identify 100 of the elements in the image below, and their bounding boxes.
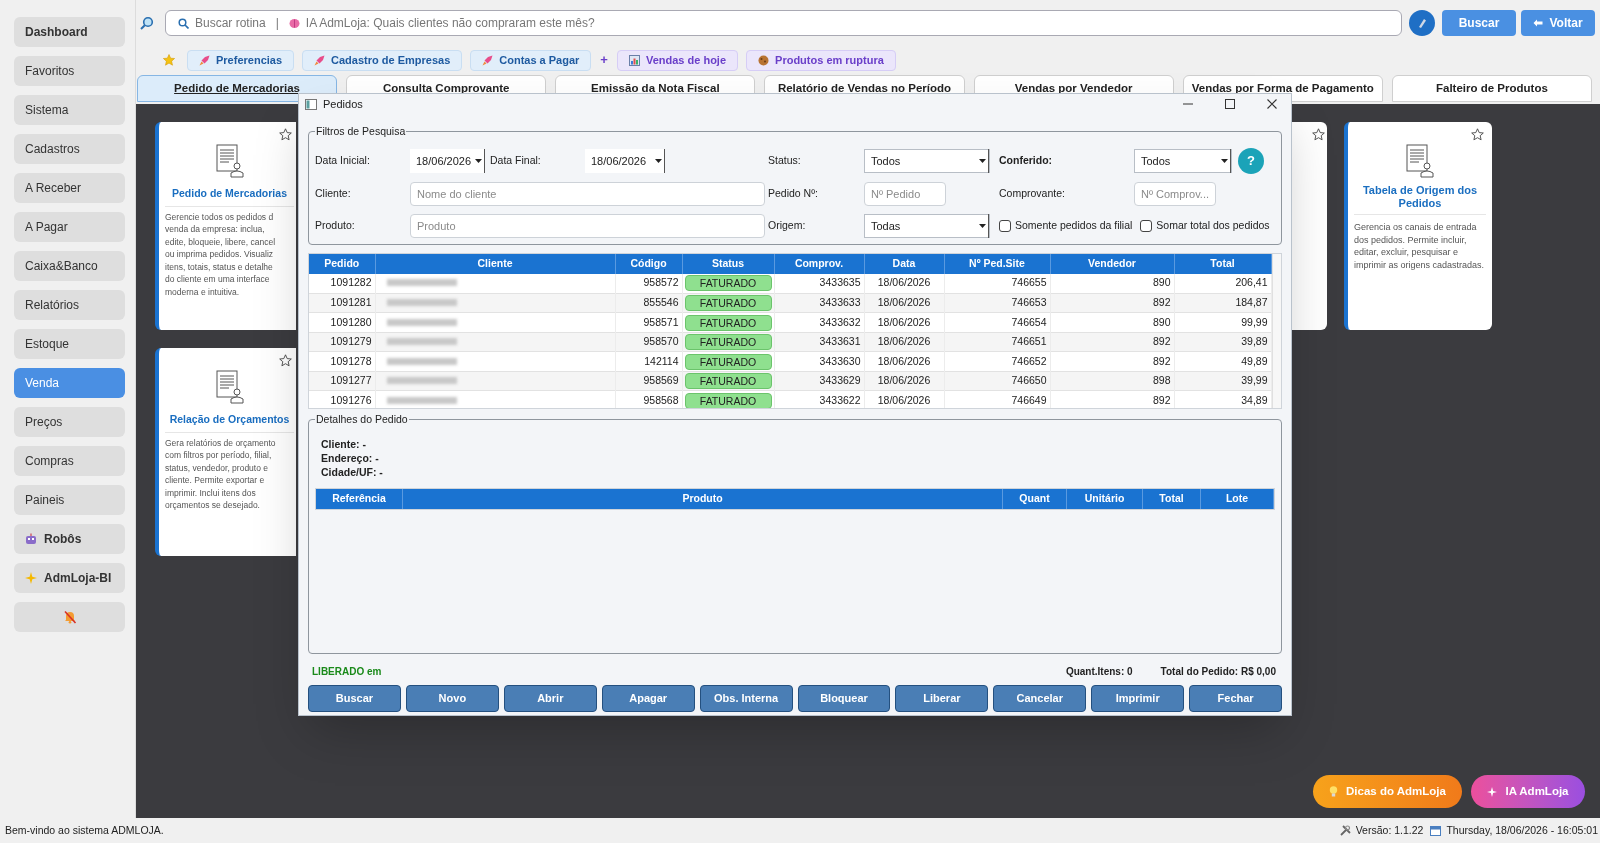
shortcut-button[interactable]: Produtos em ruptura [746, 49, 896, 71]
dialog-button[interactable]: Cancelar [993, 684, 1087, 712]
search-field[interactable]: Buscar rotina | IA AdmLoja: Quais clientes não compraram este mês? [165, 10, 1402, 36]
muted-bell-icon [62, 610, 77, 624]
toolbar-button[interactable]: Voltar [1521, 10, 1595, 36]
sidebar-item[interactable]: A Pagar [14, 212, 125, 242]
sidebar-item[interactable]: Cadastros [14, 134, 125, 164]
rocket-icon [482, 54, 494, 66]
table-cell: 746652 [944, 351, 1050, 372]
table-cell: 39,99 [1174, 371, 1271, 391]
sidebar-item[interactable]: Estoque [14, 329, 125, 359]
scrollbar[interactable] [1271, 253, 1281, 408]
help-button[interactable]: ? [1238, 147, 1264, 174]
card[interactable]: Relação de Orçamentos Gera relatórios de orçamento com filtros por período, filial, status, vendedor, produto e cliente. Permite exportar e imprimir. Inclui itens dos orçamentos se desejado. [155, 348, 296, 556]
star-icon[interactable] [163, 54, 175, 66]
dropdown[interactable]: Todos [864, 148, 990, 173]
column-header[interactable]: Pedido [309, 253, 375, 274]
checkbox[interactable]: Somar total dos pedidos [1140, 217, 1270, 234]
column-header[interactable]: Data [864, 253, 944, 274]
dropdown[interactable]: Todos [1134, 148, 1232, 173]
card-title[interactable]: Tabela de Origem dos Pedidos [1354, 184, 1486, 215]
sidebar-item[interactable]: AdmLoja-BI [14, 563, 125, 593]
field-label: Data Inicial: [315, 152, 371, 168]
column-header[interactable]: Lote [1201, 488, 1274, 509]
column-header[interactable]: Unitário [1067, 488, 1143, 509]
column-header[interactable]: Nº Ped.Site [944, 253, 1050, 274]
column-header[interactable]: Referência [316, 488, 403, 509]
floating-button[interactable]: IA AdmLoja [1471, 775, 1585, 808]
table-cell: 99,99 [1174, 312, 1271, 333]
status-text: LIBERADO em [312, 664, 383, 679]
column-header[interactable]: Quant [1003, 488, 1067, 509]
input-field[interactable]: Nome do cliente [410, 181, 765, 206]
dropdown[interactable]: 18/06/2026 [585, 148, 665, 173]
input-field[interactable]: Produto [410, 213, 765, 238]
star-icon[interactable] [279, 354, 292, 367]
column-header[interactable]: Vendedor [1050, 253, 1174, 274]
shortcut-button[interactable]: Cadastro de Empresas [302, 49, 463, 71]
sidebar-item[interactable]: Caixa&Banco [14, 251, 125, 281]
sidebar-item[interactable]: Favoritos [14, 56, 125, 86]
table-cell: 746654 [944, 312, 1050, 333]
card[interactable] [155, 122, 296, 330]
table-cell: 892 [1050, 351, 1174, 372]
dialog-button[interactable]: Fechar [1189, 684, 1283, 712]
column-header[interactable]: Cliente [375, 253, 615, 274]
dialog-button[interactable]: Obs. Interna [699, 684, 793, 712]
description-line: do cliente em uma interface [165, 273, 271, 286]
sidebar-item[interactable]: A Receber [14, 173, 125, 203]
dropdown[interactable]: Todas [864, 213, 990, 238]
dialog-button[interactable]: Abrir [503, 684, 597, 712]
table-cell: 958569 [615, 371, 682, 391]
star-icon[interactable] [1471, 128, 1484, 141]
star-icon[interactable] [279, 128, 292, 141]
dialog-button[interactable]: Bloquear [797, 684, 891, 712]
sidebar-item[interactable]: Robôs [14, 524, 125, 554]
document-user-icon [214, 370, 245, 404]
dialog-button[interactable]: Imprimir [1091, 684, 1185, 712]
sidebar-item[interactable]: Venda [14, 368, 125, 398]
sidebar-item[interactable]: Sistema [14, 95, 125, 125]
column-header[interactable]: Status [682, 253, 774, 274]
maximize-icon[interactable] [1225, 99, 1235, 109]
shortcut-button[interactable]: Vendas de hoje [616, 49, 739, 71]
column-header[interactable]: Comprov. [774, 253, 864, 274]
column-header[interactable]: Total [1143, 488, 1201, 509]
column-header[interactable]: Produto [403, 488, 1003, 509]
order-total: Total do Pedido: R$ 0,00 [1160, 664, 1276, 679]
cookie-icon [758, 54, 770, 66]
sidebar-item[interactable]: Relatórios [14, 290, 125, 320]
card[interactable]: Tabela de Origem dos Pedidos Gerencia os canais de entrada dos pedidos. Permite incluir, editar, excluir, pesquisar e imprimir as origens cadastradas. [1344, 122, 1492, 330]
close-icon[interactable] [1267, 99, 1277, 109]
status-badge: FATURADO [684, 373, 772, 389]
card-title[interactable]: Pedido de Mercadorias [165, 186, 294, 207]
sidebar-item[interactable]: Compras [14, 446, 125, 476]
dialog-button[interactable]: Liberar [895, 684, 989, 712]
table-cell: 746651 [944, 332, 1050, 352]
table-cell: 3433622 [774, 390, 864, 408]
field-label: Origem: [768, 217, 807, 233]
toolbar-button[interactable]: Buscar [1442, 10, 1516, 36]
sidebar-item[interactable]: Preços [14, 407, 125, 437]
dialog-button[interactable]: Apagar [601, 684, 695, 712]
dialog-button[interactable]: Novo [405, 684, 499, 712]
window-icon [305, 98, 317, 110]
column-header[interactable]: Código [615, 253, 682, 274]
status-badge: FATURADO [684, 353, 772, 370]
input-field[interactable]: Nº Comprov... [1134, 181, 1216, 206]
shortcut-button[interactable]: Contas a Pagar [470, 49, 592, 71]
sidebar-item[interactable]: Paineis [14, 485, 125, 515]
shortcut-button[interactable]: Preferencias [187, 49, 295, 71]
blurred-name [386, 357, 457, 365]
group-title: Detalhes do Pedido [315, 411, 409, 427]
column-header[interactable]: Total [1174, 253, 1271, 274]
input-field[interactable]: Nº Pedido [864, 181, 946, 206]
add-symbol[interactable]: + [600, 50, 608, 70]
dialog-button[interactable]: Buscar [308, 684, 401, 712]
checkbox[interactable]: Somente pedidos da filial [999, 217, 1133, 234]
card-title[interactable]: Relação de Orçamentos [165, 412, 294, 433]
sidebar-item[interactable]: Dashboard [14, 17, 125, 47]
detail-text: Cidade/UF: - [321, 465, 383, 479]
dropdown[interactable]: 18/06/2026 [410, 148, 485, 173]
star-icon[interactable] [1312, 128, 1325, 141]
tab[interactable]: Falteiro de Produtos [1391, 75, 1592, 102]
